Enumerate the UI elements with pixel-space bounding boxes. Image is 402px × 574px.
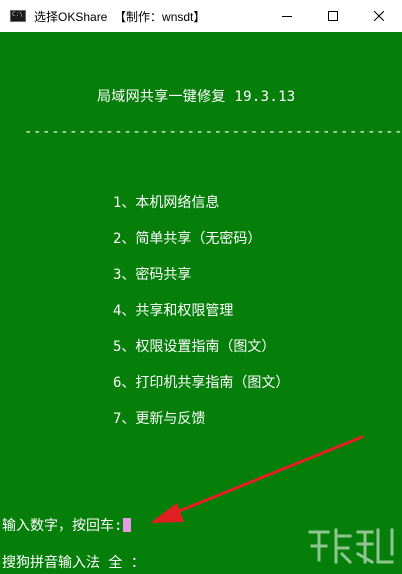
menu-item-permission-guide: 5、权限设置指南（图文） (113, 339, 276, 355)
minimize-button[interactable] (264, 0, 310, 32)
menu-item-permission-management: 4、共享和权限管理 (113, 303, 234, 319)
menu-item-update-feedback: 7、更新与反馈 (113, 411, 206, 427)
menu-item-password-share: 3、密码共享 (113, 267, 192, 283)
maximize-icon (328, 11, 338, 21)
menu-item-network-info: 1、本机网络信息 (113, 195, 220, 211)
input-prompt[interactable]: 输入数字，按回车: (2, 517, 132, 535)
close-button[interactable] (356, 0, 402, 32)
prompt-label: 输入数字，按回车: (2, 518, 123, 534)
ime-status-bar: 搜狗拼音输入法 全 ： (2, 555, 145, 571)
console-window: 选择OKShare 【制作：wnsdt】 局域网共享一键修复 19.3.13 (0, 0, 402, 574)
close-icon (374, 11, 384, 21)
console-output[interactable]: 局域网共享一键修复 19.3.13 ----------------------… (0, 32, 402, 574)
app-heading: 局域网共享一键修复 19.3.13 (97, 89, 296, 105)
divider-line: ----------------------------------------… (24, 124, 402, 140)
minimize-icon (282, 16, 292, 17)
menu-item-simple-share: 2、简单共享（无密码） (113, 231, 262, 247)
text-cursor[interactable] (123, 518, 132, 532)
console-app-icon[interactable] (10, 10, 26, 22)
maximize-button[interactable] (310, 0, 356, 32)
watermark-logo (308, 528, 394, 565)
caption-buttons (264, 0, 402, 32)
title-bar[interactable]: 选择OKShare 【制作：wnsdt】 (0, 0, 402, 32)
window-title: 选择OKShare 【制作：wnsdt】 (34, 9, 206, 24)
menu-item-printer-guide: 6、打印机共享指南（图文） (113, 375, 290, 391)
